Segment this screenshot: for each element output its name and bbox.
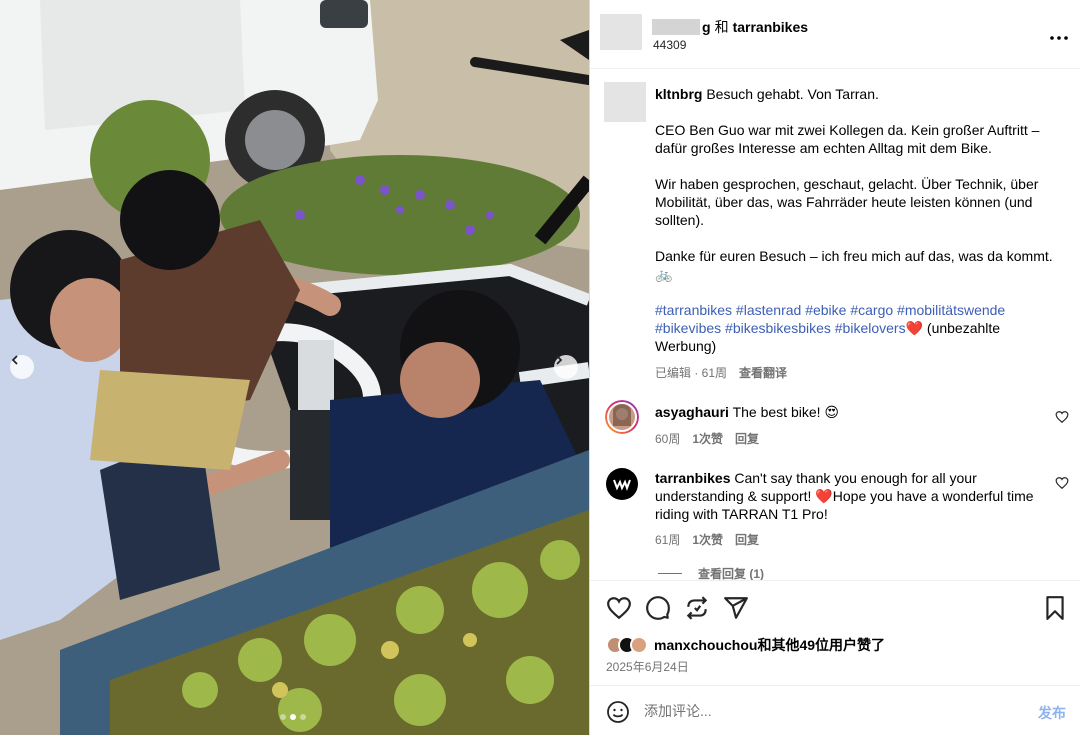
- likes-summary[interactable]: manxchouchou和其他49位用户赞了: [654, 635, 885, 655]
- caption-edited-time: 已编辑 · 61周: [655, 366, 728, 380]
- more-options-button[interactable]: [1050, 24, 1068, 45]
- view-replies-label: 查看回复 (1): [698, 567, 765, 580]
- emoji-smile-icon[interactable]: [606, 700, 630, 724]
- comment-meta: 60周 1次赞 回复: [655, 430, 759, 447]
- comment-reply-button[interactable]: 回复: [735, 432, 759, 446]
- comment-meta: 61周 1次赞 回复: [655, 531, 759, 548]
- post-comment-button[interactable]: 发布: [1038, 703, 1066, 723]
- caption-lead: Besuch gehabt. Von Tarran.: [706, 86, 879, 102]
- comment: asyaghauri The best bike! 😍: [655, 403, 1050, 421]
- post-photo[interactable]: [0, 0, 589, 735]
- hashtags-line-1[interactable]: #tarranbikes #lastenrad #ebike #cargo #m…: [655, 302, 1005, 318]
- photo-scene: [0, 0, 589, 735]
- post-date[interactable]: 2025年6月24日: [606, 658, 689, 675]
- commenter-avatar[interactable]: [605, 400, 639, 434]
- comment-text: The best bike! 😍: [732, 404, 839, 420]
- carousel-dot-active: [290, 714, 296, 720]
- collab-joiner: 和: [714, 19, 729, 35]
- carousel-dot: [300, 714, 306, 720]
- comment-likes[interactable]: 1次赞: [692, 533, 723, 547]
- comment-like-heart-icon[interactable]: [1055, 476, 1069, 490]
- add-comment-bar: 发布: [590, 685, 1080, 735]
- comment-like-heart-icon[interactable]: [1055, 410, 1069, 424]
- post-authors: g 和 tarranbikes: [652, 17, 808, 37]
- share-send-icon[interactable]: [723, 595, 749, 621]
- caption-avatar[interactable]: [604, 82, 646, 122]
- post-caption: kltnbrg Besuch gehabt. Von Tarran. CEO B…: [655, 85, 1055, 355]
- view-replies-button[interactable]: 查看回复 (1): [658, 565, 764, 580]
- carousel-dot: [280, 714, 286, 720]
- chevron-left-icon: [11, 355, 18, 365]
- heart-emoji: ❤️: [905, 320, 924, 336]
- comment-bubble-icon[interactable]: [645, 595, 671, 621]
- author-avatar[interactable]: [600, 14, 642, 50]
- hashtags-line-2[interactable]: #bikevibes #bikesbikesbikes #bikelovers: [655, 320, 906, 336]
- comment: tarranbikes Can't say thank you enough f…: [655, 469, 1050, 523]
- post-actions: manxchouchou和其他49位用户赞了 2025年6月24日: [590, 580, 1080, 685]
- comments-scroll-area[interactable]: kltnbrg Besuch gehabt. Von Tarran. CEO B…: [590, 70, 1080, 580]
- liked-by[interactable]: manxchouchou和其他49位用户赞了: [606, 635, 885, 655]
- comment-input[interactable]: [644, 699, 1014, 723]
- liker-avatar: [630, 636, 648, 654]
- chevron-right-icon: [556, 355, 563, 365]
- tarranbikes-avatar[interactable]: [605, 467, 639, 501]
- redacted-username: [652, 19, 700, 35]
- caption-username[interactable]: kltnbrg: [655, 86, 702, 102]
- collab-author-link[interactable]: tarranbikes: [733, 19, 808, 35]
- post-side-panel: g 和 tarranbikes 44309 kltnbrg Besuch geh…: [589, 0, 1080, 735]
- carousel-prev-button[interactable]: [10, 355, 34, 379]
- more-horizontal-icon: [1050, 36, 1068, 40]
- comment-username[interactable]: asyaghauri: [655, 404, 729, 420]
- caption-paragraph: Danke für euren Besuch – ich freu mich a…: [655, 248, 1053, 282]
- carousel-dots: [280, 714, 306, 720]
- like-heart-icon[interactable]: [606, 595, 632, 621]
- comment-username[interactable]: tarranbikes: [655, 470, 730, 486]
- comment-time: 60周: [655, 432, 681, 446]
- author-suffix[interactable]: g: [702, 19, 711, 35]
- comment-time: 61周: [655, 533, 681, 547]
- translate-link[interactable]: 查看翻译: [739, 366, 787, 380]
- caption-paragraph: Wir haben gesprochen, geschaut, gelacht.…: [655, 176, 1039, 228]
- comment-reply-button[interactable]: 回复: [735, 533, 759, 547]
- caption-paragraph: CEO Ben Guo war mit zwei Kollegen da. Ke…: [655, 122, 1040, 156]
- replies-divider: [658, 573, 682, 574]
- repost-icon[interactable]: [684, 595, 710, 621]
- caption-meta: 已编辑 · 61周 查看翻译: [655, 364, 787, 381]
- comment-likes[interactable]: 1次赞: [692, 432, 723, 446]
- carousel-next-button[interactable]: [554, 355, 578, 379]
- post-header: g 和 tarranbikes 44309: [590, 0, 1080, 69]
- bookmark-save-icon[interactable]: [1042, 595, 1068, 621]
- header-subtitle: 44309: [653, 38, 687, 52]
